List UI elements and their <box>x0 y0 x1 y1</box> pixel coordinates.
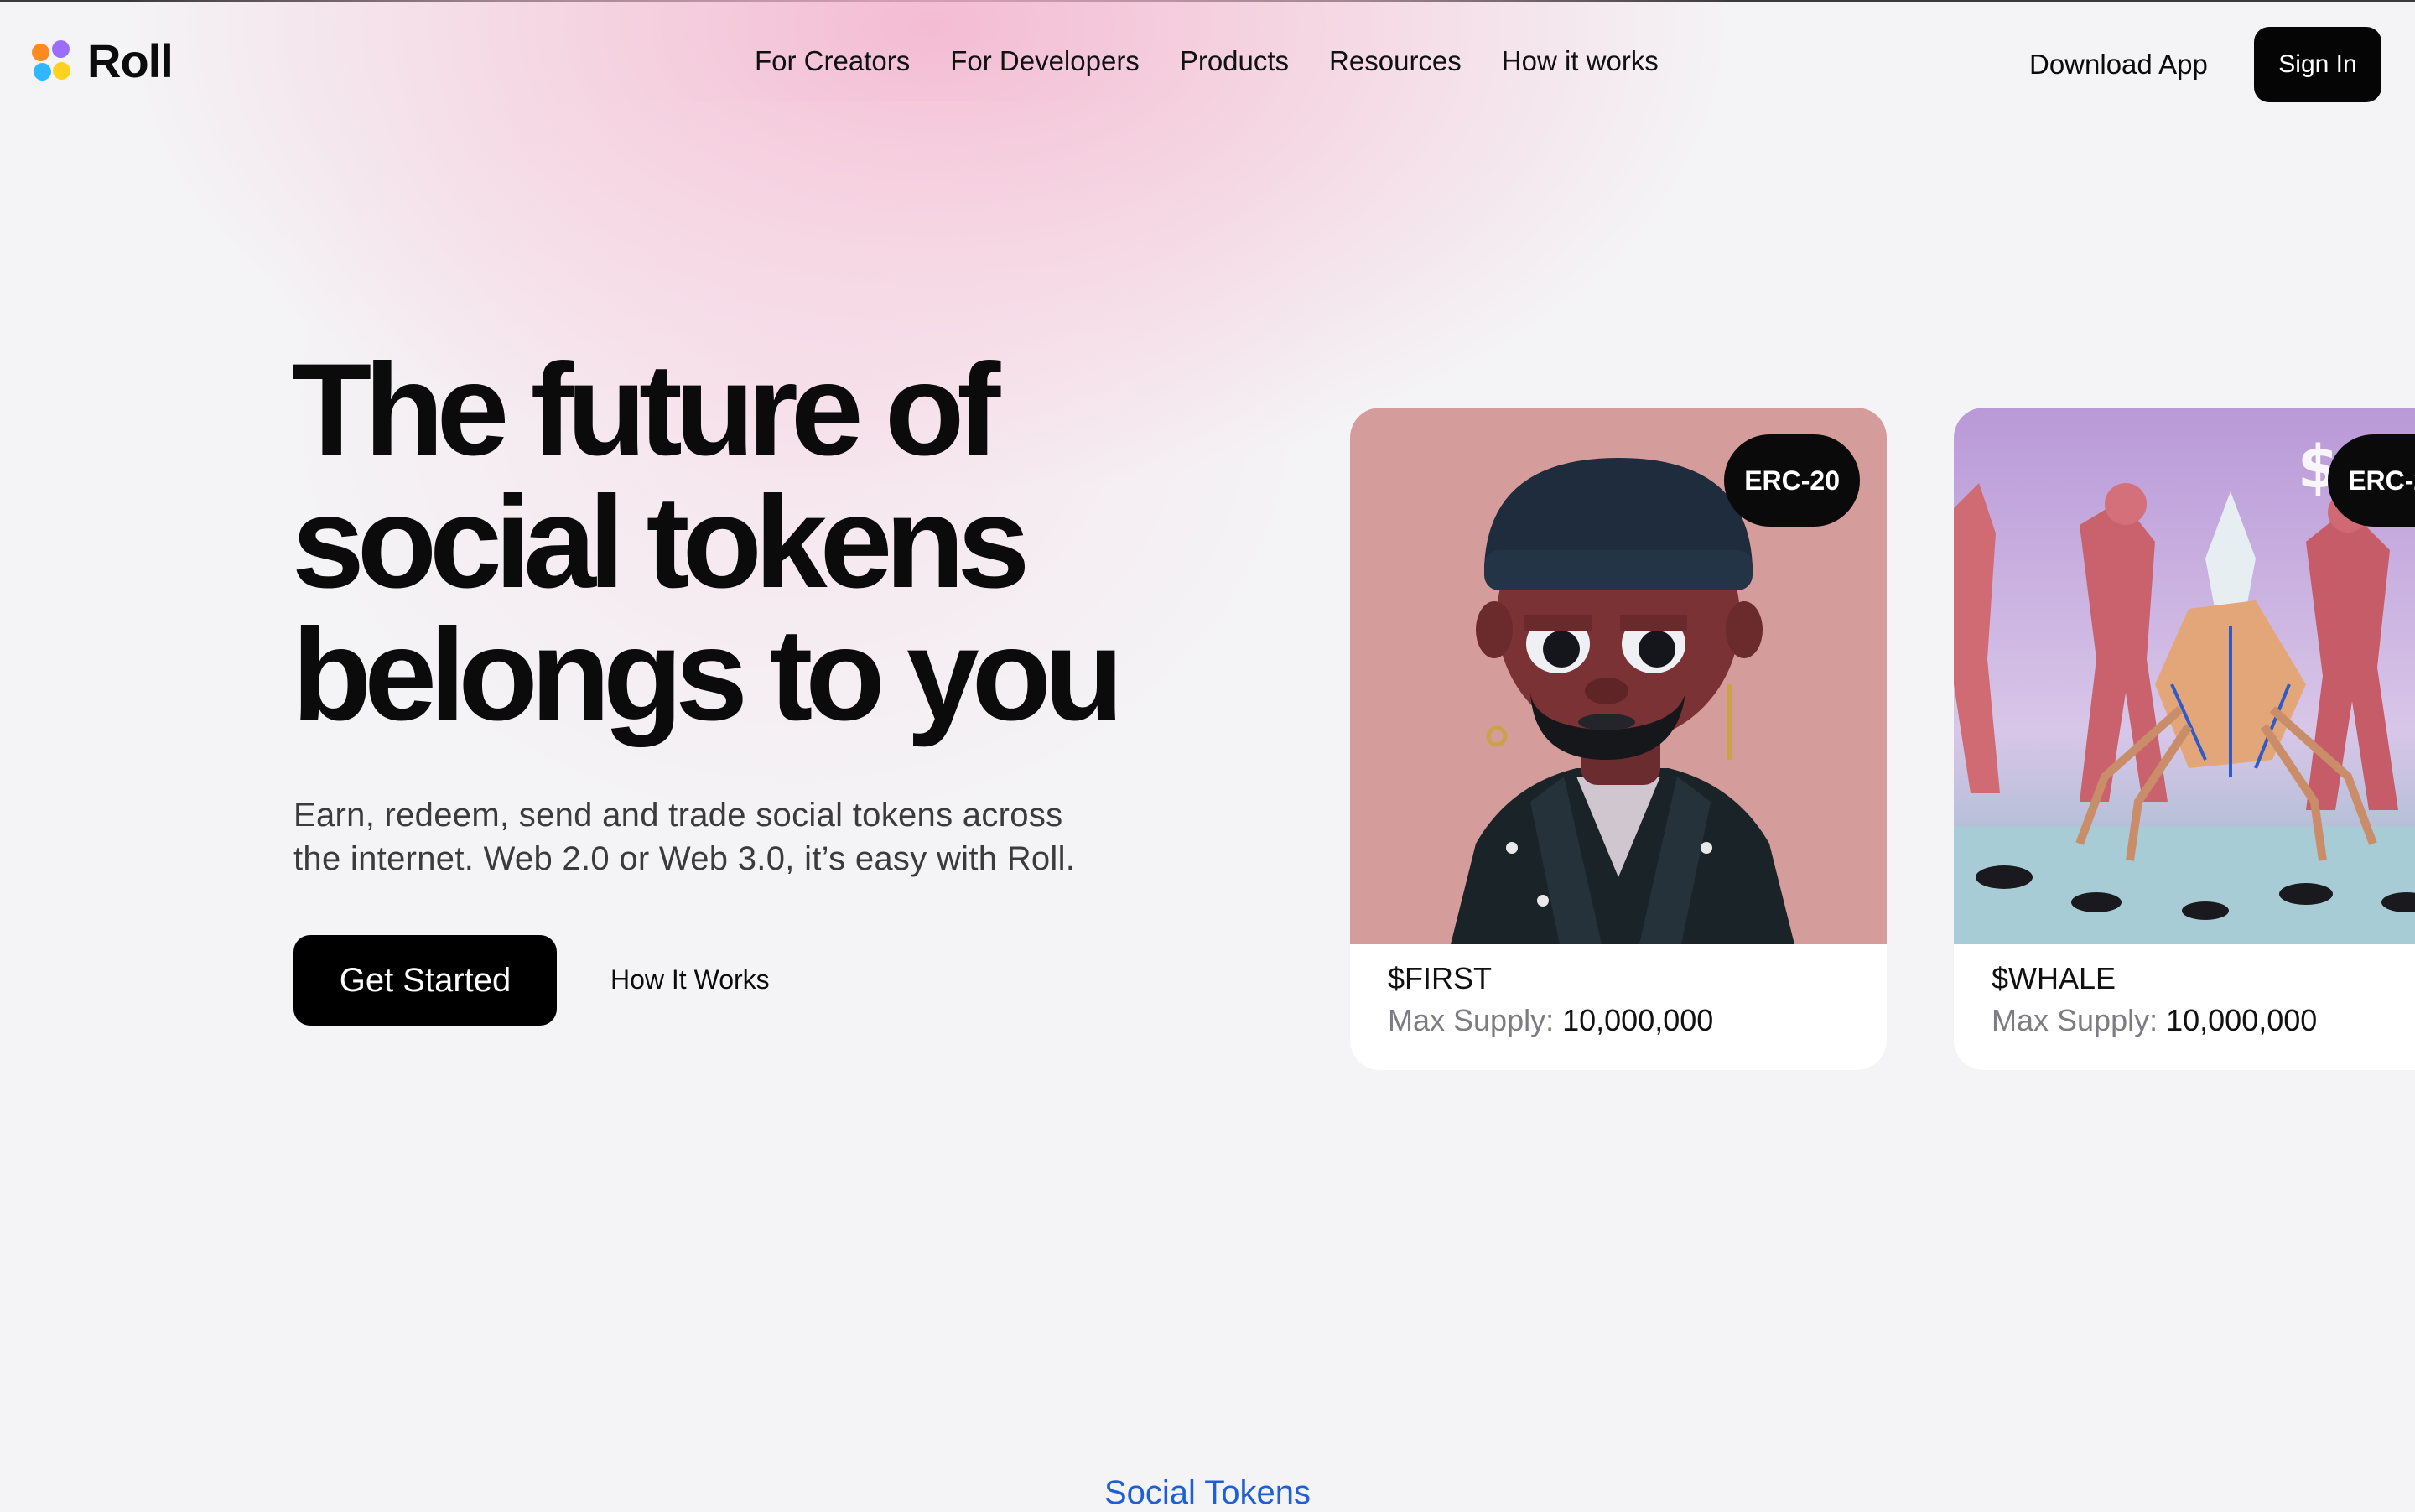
token-name: $WHALE <box>1992 961 2116 995</box>
four-dots-logo-icon <box>32 39 74 82</box>
main-nav: For Creators For Developers Products Res… <box>755 45 1659 77</box>
token-max-supply: Max Supply: 10,000,000 <box>1992 1003 2317 1038</box>
max-supply-value: 10,000,000 <box>2166 1003 2318 1037</box>
nav-for-developers[interactable]: For Developers <box>950 45 1140 77</box>
nav-products[interactable]: Products <box>1180 45 1289 77</box>
token-standard-badge: ERC-20 <box>1724 434 1860 527</box>
hero-subtitle: Earn, redeem, send and trade social toke… <box>293 793 1132 881</box>
hero-title-line-3: belongs to you <box>292 602 1124 748</box>
token-max-supply: Max Supply: 10,000,000 <box>1388 1003 1713 1038</box>
download-app-link[interactable]: Download App <box>2029 49 2208 81</box>
nav-how-it-works[interactable]: How it works <box>1502 45 1659 77</box>
hero-title-line-2: social tokens <box>292 470 1030 616</box>
max-supply-label: Max Supply: <box>1388 1003 1555 1037</box>
hero-subtitle-line-1: Earn, redeem, send and trade social toke… <box>293 797 1063 834</box>
section-label-social-tokens: Social Tokens <box>1104 1474 1311 1511</box>
hero-subtitle-line-2: the internet. Web 2.0 or Web 3.0, it’s e… <box>293 840 1076 877</box>
token-name: $FIRST <box>1388 961 1493 995</box>
get-started-button[interactable]: Get Started <box>293 935 557 1026</box>
hero-title-line-1: The future of <box>292 337 1000 483</box>
sign-in-button[interactable]: Sign In <box>2254 27 2381 102</box>
hero-title: The future of social tokens belongs to y… <box>292 344 1214 741</box>
token-card-whale[interactable]: $ ERC-20 $WHALE Max Supply: 10,000,000 <box>1954 408 2415 1070</box>
how-it-works-link[interactable]: How It Works <box>610 964 770 995</box>
token-card-first[interactable]: ERC-20 $FIRST Max Supply: 10,000,000 <box>1350 408 1887 1070</box>
max-supply-label: Max Supply: <box>1992 1003 2158 1037</box>
nav-for-creators[interactable]: For Creators <box>755 45 910 77</box>
max-supply-value: 10,000,000 <box>1562 1003 1714 1037</box>
logo[interactable]: Roll <box>32 34 174 88</box>
brand-name: Roll <box>87 34 174 87</box>
nav-resources[interactable]: Resources <box>1329 45 1462 77</box>
token-standard-badge: ERC-20 <box>2328 434 2415 527</box>
